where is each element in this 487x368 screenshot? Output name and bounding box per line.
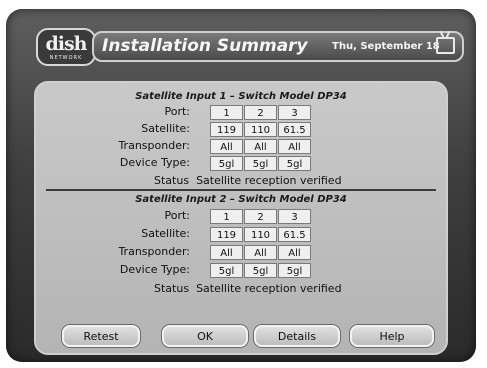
dish-network-logo: dish NETWORK <box>36 28 96 66</box>
transponder-label: Transponder: <box>118 139 190 152</box>
summary-panel: Satellite Input 1 – Switch Model DP34 Po… <box>34 81 448 355</box>
port-cell: 1 <box>210 105 243 120</box>
satellite-label: Satellite: <box>141 227 190 240</box>
satellite-cell: 61.5 <box>278 122 311 137</box>
title-bar: Installation Summary Thu, September 18 <box>92 31 464 62</box>
ok-button[interactable]: OK <box>162 325 248 347</box>
status-label: Status <box>154 174 190 187</box>
device-type-label: Device Type: <box>119 263 190 276</box>
section-divider <box>46 189 436 191</box>
port-cell: 3 <box>278 105 311 120</box>
status-label: Status <box>154 282 190 295</box>
device-type-cell: 5gl <box>244 156 277 171</box>
satellite-label: Satellite: <box>141 122 190 135</box>
retest-button[interactable]: Retest <box>62 325 140 347</box>
satellite-cell: 110 <box>244 227 277 242</box>
satellite-cell: 110 <box>244 122 277 137</box>
transponder-cell: All <box>278 139 311 154</box>
port-cell: 2 <box>244 105 277 120</box>
transponder-cell: All <box>244 245 277 260</box>
device-type-cell: 5gl <box>278 263 311 278</box>
port-label: Port: <box>164 105 190 118</box>
port-cell: 1 <box>210 209 243 224</box>
logo-subtitle: NETWORK <box>49 55 83 61</box>
status-value: Satellite reception verified <box>196 174 342 187</box>
transponder-cell: All <box>210 245 243 260</box>
transponder-cell: All <box>244 139 277 154</box>
satellite-cell: 61.5 <box>278 227 311 242</box>
section-1-status: Status Satellite reception verified <box>154 174 342 187</box>
port-label: Port: <box>164 209 190 222</box>
device-type-cell: 5gl <box>244 263 277 278</box>
section-1-title: Satellite Input 1 – Switch Model DP34 <box>135 91 347 102</box>
port-cell: 2 <box>244 209 277 224</box>
page-title: Installation Summary <box>102 36 308 56</box>
date-display: Thu, September 18 <box>332 41 440 52</box>
port-cell: 3 <box>278 209 311 224</box>
screen: dish NETWORK Installation Summary Thu, S… <box>0 0 487 368</box>
section-2-status: Status Satellite reception verified <box>154 282 342 295</box>
transponder-cell: All <box>210 139 243 154</box>
satellite-cell: 119 <box>210 122 243 137</box>
header: dish NETWORK Installation Summary Thu, S… <box>6 9 476 71</box>
logo-word: dish <box>45 33 87 55</box>
device-type-label: Device Type: <box>119 156 190 169</box>
tv-antenna-icon <box>436 37 455 54</box>
installation-summary-screen: dish NETWORK Installation Summary Thu, S… <box>6 9 476 362</box>
satellite-cell: 119 <box>210 227 243 242</box>
device-type-cell: 5gl <box>210 156 243 171</box>
transponder-cell: All <box>278 245 311 260</box>
device-type-cell: 5gl <box>210 263 243 278</box>
details-button[interactable]: Details <box>254 325 340 347</box>
status-value: Satellite reception verified <box>196 282 342 295</box>
device-type-cell: 5gl <box>278 156 311 171</box>
help-button[interactable]: Help <box>350 325 434 347</box>
transponder-label: Transponder: <box>118 245 190 258</box>
section-2-title: Satellite Input 2 – Switch Model DP34 <box>135 194 347 205</box>
